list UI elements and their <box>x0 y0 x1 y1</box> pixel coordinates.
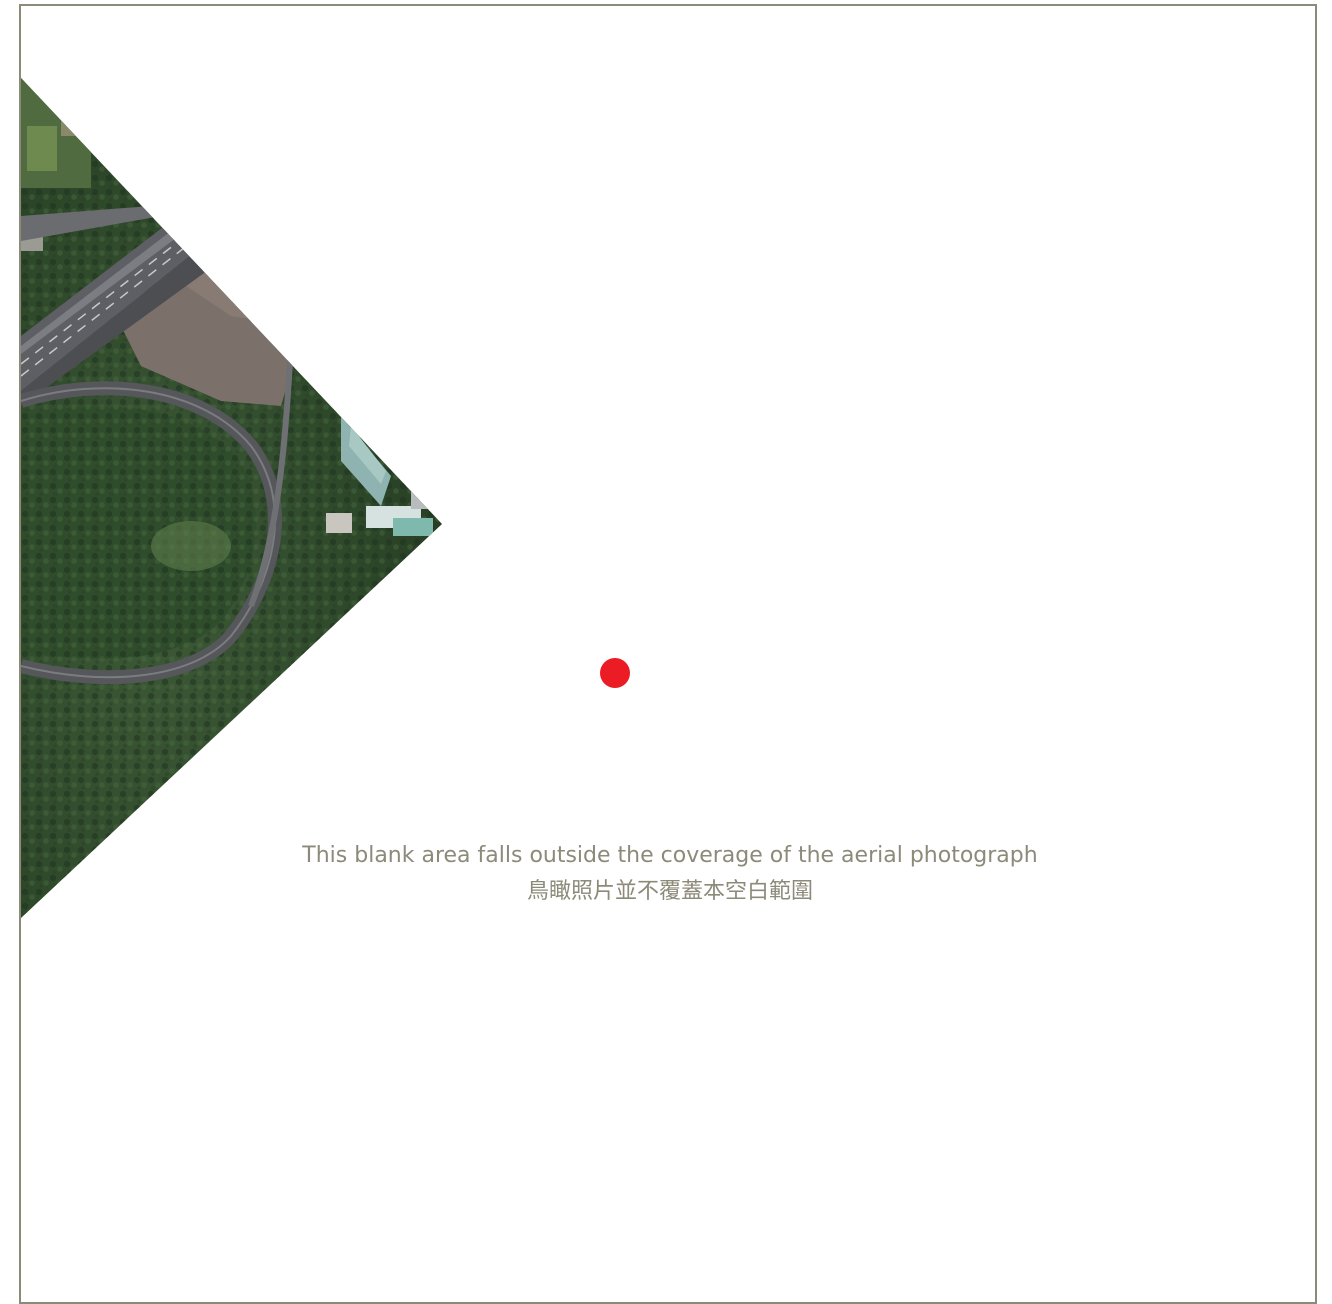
coverage-note: This blank area falls outside the covera… <box>21 838 1315 910</box>
location-dot-icon[interactable] <box>600 658 630 688</box>
coverage-note-chinese: 鳥瞰照片並不覆蓋本空白範圍 <box>526 879 813 904</box>
aerial-photo-tile <box>21 78 442 918</box>
map-viewport[interactable]: This blank area falls outside the covera… <box>21 6 1315 1302</box>
aerial-imagery-clip <box>21 78 442 918</box>
coverage-note-english: This blank area falls outside the covera… <box>302 843 1038 868</box>
map-frame: This blank area falls outside the covera… <box>19 4 1317 1304</box>
